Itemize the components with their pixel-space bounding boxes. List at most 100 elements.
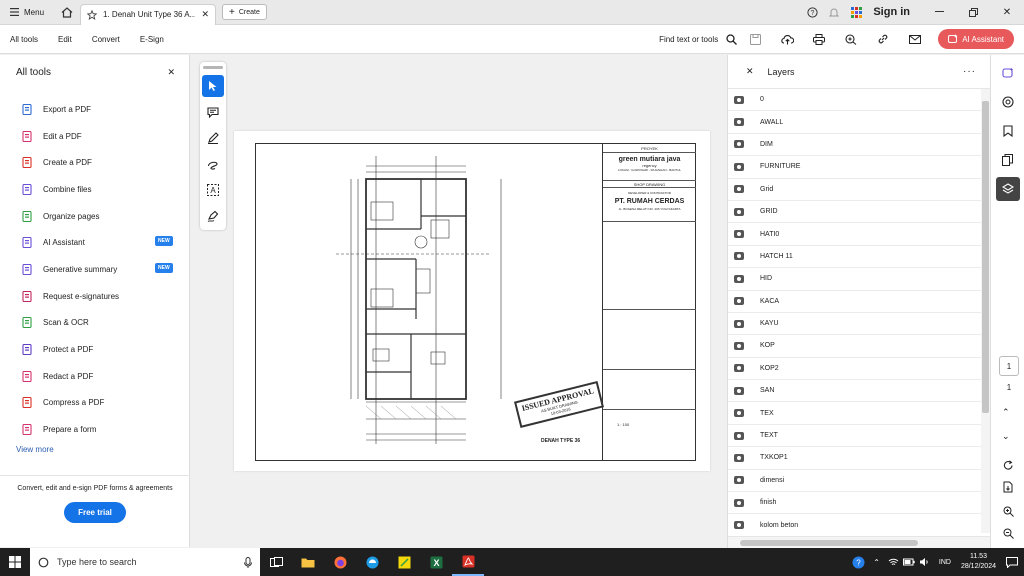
system-clock[interactable]: 11.53 28/12/2024 <box>961 552 996 572</box>
layer-row[interactable]: KAYU <box>728 313 981 336</box>
document-page[interactable]: PROYEK green mutiara java regency LOKASI… <box>234 131 710 471</box>
zoom-out-button[interactable] <box>996 521 1020 545</box>
page-number-input[interactable]: 1 <box>999 356 1019 376</box>
ai-assistant-button[interactable]: AI Assistant <box>938 29 1014 49</box>
print-button[interactable] <box>804 25 834 54</box>
download-button[interactable] <box>996 475 1020 499</box>
ai-search-button[interactable] <box>836 25 866 54</box>
battery-icon[interactable] <box>902 557 915 567</box>
start-button[interactable] <box>0 548 30 576</box>
drag-handle[interactable] <box>203 66 223 69</box>
page-up-icon[interactable]: ⌃ <box>1002 407 1010 418</box>
eye-visibility-icon[interactable] <box>734 453 744 462</box>
layers-vertical-scrollbar[interactable] <box>981 89 990 533</box>
find-tools-link[interactable]: Find text or tools <box>659 35 718 44</box>
tool-item-combine-files[interactable]: Combine files <box>0 176 189 203</box>
sign-tool-button[interactable] <box>202 205 224 227</box>
eye-visibility-icon[interactable] <box>734 95 744 104</box>
tool-item-redact-a-pdf[interactable]: Redact a PDF <box>0 363 189 390</box>
eye-visibility-icon[interactable] <box>734 230 744 239</box>
restore-button[interactable] <box>956 0 990 25</box>
eye-visibility-icon[interactable] <box>734 409 744 418</box>
search-button[interactable] <box>724 25 738 54</box>
save-button[interactable] <box>740 25 770 54</box>
home-button[interactable] <box>54 0 80 25</box>
tool-item-prepare-a-form[interactable]: Prepare a form <box>0 416 189 443</box>
close-window-button[interactable]: ✕ <box>990 0 1024 25</box>
apps-button[interactable] <box>845 0 867 25</box>
tool-item-edit-a-pdf[interactable]: Edit a PDF <box>0 123 189 150</box>
sticky-notes-button[interactable] <box>388 548 420 576</box>
tool-item-protect-a-pdf[interactable]: Protect a PDF <box>0 336 189 363</box>
layers-rail-button[interactable] <box>995 177 1020 201</box>
select-tool-button[interactable] <box>202 75 224 97</box>
eye-visibility-icon[interactable] <box>734 140 744 149</box>
tool-item-ai-assistant[interactable]: AI Assistant NEW <box>0 229 189 256</box>
comments-rail-button[interactable] <box>996 90 1020 114</box>
upload-cloud-button[interactable] <box>772 25 802 54</box>
input-language[interactable]: IND <box>939 559 951 566</box>
tool-item-scan-ocr[interactable]: Scan & OCR <box>0 310 189 337</box>
firefox-button[interactable] <box>324 548 356 576</box>
link-button[interactable] <box>868 25 898 54</box>
layer-row[interactable]: HATI0 <box>728 223 981 246</box>
layer-row[interactable]: DIM <box>728 134 981 157</box>
menu-convert[interactable]: Convert <box>82 25 130 54</box>
layer-row[interactable]: 0 <box>728 89 981 112</box>
minimize-button[interactable] <box>922 0 956 25</box>
view-more-link[interactable]: View more <box>0 445 189 454</box>
layer-row[interactable]: KACA <box>728 291 981 313</box>
layer-row[interactable]: KOP <box>728 335 981 358</box>
eye-visibility-icon[interactable] <box>734 274 744 283</box>
tool-item-request-e-signatures[interactable]: Request e-signatures <box>0 283 189 310</box>
layer-row[interactable]: TEX <box>728 402 981 425</box>
eye-visibility-icon[interactable] <box>734 364 744 373</box>
close-panel-icon[interactable]: ✕ <box>167 67 175 78</box>
layer-row[interactable]: HID <box>728 268 981 291</box>
tool-item-generative-summary[interactable]: Generative summary NEW <box>0 256 189 283</box>
eye-visibility-icon[interactable] <box>734 476 744 485</box>
menu-edit[interactable]: Edit <box>48 25 82 54</box>
sign-in-link[interactable]: Sign in <box>867 6 922 18</box>
layer-row[interactable]: TEXT <box>728 425 981 448</box>
notification-center-icon[interactable] <box>1006 556 1018 568</box>
page-down-icon[interactable]: ⌄ <box>1002 431 1010 442</box>
close-tab-icon[interactable]: ✕ <box>201 9 209 20</box>
tray-expand-icon[interactable]: ⌃ <box>873 558 880 567</box>
draw-tool-button[interactable] <box>202 153 224 175</box>
star-icon[interactable] <box>87 9 98 20</box>
bookmarks-rail-button[interactable] <box>996 119 1020 143</box>
layer-row[interactable]: Grid <box>728 179 981 201</box>
eye-visibility-icon[interactable] <box>734 498 744 507</box>
eye-visibility-icon[interactable] <box>734 162 744 171</box>
layer-row[interactable]: GRID <box>728 201 981 224</box>
pages-rail-button[interactable] <box>996 148 1020 172</box>
tool-item-compress-a-pdf[interactable]: Compress a PDF <box>0 390 189 417</box>
eye-visibility-icon[interactable] <box>734 207 744 216</box>
tool-item-export-a-pdf[interactable]: Export a PDF <box>0 96 189 123</box>
eye-visibility-icon[interactable] <box>734 319 744 328</box>
close-layers-icon[interactable]: ✕ <box>746 66 754 77</box>
help-button[interactable]: ? <box>801 0 823 25</box>
notifications-button[interactable] <box>823 0 845 25</box>
layer-row[interactable]: FURNITURE <box>728 156 981 179</box>
eye-visibility-icon[interactable] <box>734 297 744 306</box>
eye-visibility-icon[interactable] <box>734 252 744 261</box>
more-options-icon[interactable]: ··· <box>963 66 976 77</box>
free-trial-button[interactable]: Free trial <box>64 502 126 523</box>
tool-item-organize-pages[interactable]: Organize pages <box>0 203 189 230</box>
eye-visibility-icon[interactable] <box>734 521 744 530</box>
email-button[interactable] <box>900 25 930 54</box>
text-tool-button[interactable]: A <box>202 179 224 201</box>
ai-rail-button[interactable] <box>996 61 1020 85</box>
acrobat-button[interactable] <box>452 548 484 576</box>
layer-row[interactable]: kolom beton <box>728 514 981 533</box>
eye-visibility-icon[interactable] <box>734 341 744 350</box>
eye-visibility-icon[interactable] <box>734 386 744 395</box>
microphone-icon[interactable] <box>244 556 252 568</box>
document-tab[interactable]: 1. Denah Unit Type 36 A... ✕ <box>80 3 217 25</box>
menu-all-tools[interactable]: All tools <box>0 25 48 54</box>
menu-esign[interactable]: E-Sign <box>130 25 174 54</box>
eye-visibility-icon[interactable] <box>734 118 744 127</box>
rotate-button[interactable] <box>996 453 1020 477</box>
